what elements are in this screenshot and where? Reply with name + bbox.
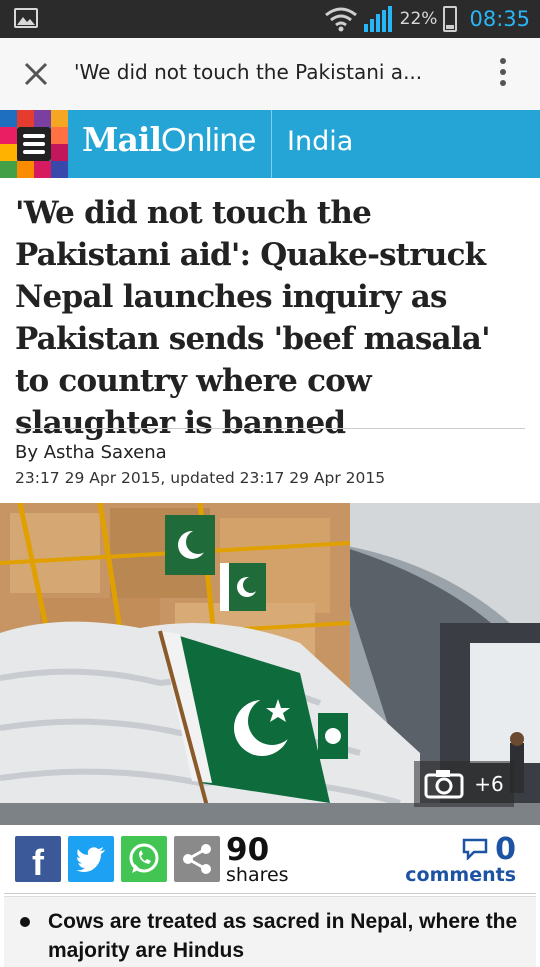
mailonline-logo[interactable]: MailOnline — [82, 120, 256, 159]
whatsapp-icon — [129, 843, 159, 873]
image-icon — [14, 8, 38, 28]
hamburger-menu-icon[interactable] — [17, 127, 51, 161]
comments-link[interactable]: comments — [405, 864, 516, 886]
battery-percent: 22% — [399, 9, 438, 29]
facebook-icon: f — [32, 842, 44, 883]
site-menu-button[interactable] — [0, 110, 68, 178]
camera-icon — [424, 770, 464, 799]
comment-bubble-icon[interactable] — [462, 838, 488, 860]
photo-gallery-badge[interactable]: +6 — [414, 761, 514, 807]
signal-icon — [363, 6, 392, 32]
overflow-menu-icon[interactable] — [498, 58, 508, 90]
gallery-count: +6 — [474, 772, 504, 796]
facebook-share-button[interactable]: f — [15, 836, 61, 883]
bullet-marker — [20, 917, 30, 927]
share-count-label: shares — [226, 864, 289, 886]
share-divider — [4, 893, 536, 894]
clock: 08:35 — [469, 7, 530, 31]
section-label[interactable]: India — [287, 126, 353, 157]
generic-share-button[interactable] — [174, 836, 220, 882]
site-header: MailOnline India — [0, 110, 540, 178]
twitter-icon — [76, 847, 105, 872]
share-count: 90 — [226, 832, 270, 868]
byline[interactable]: By Astha Saxena — [15, 442, 167, 463]
share-icon — [183, 844, 211, 874]
header-divider — [271, 110, 272, 178]
status-bar: 22% 08:35 — [0, 0, 540, 38]
article-dates: 23:17 29 Apr 2015, updated 23:17 29 Apr … — [15, 469, 386, 487]
close-icon[interactable] — [22, 60, 50, 88]
comments-count[interactable]: 0 — [495, 832, 516, 867]
twitter-share-button[interactable] — [68, 836, 114, 882]
bullet-item: Cows are treated as sacred in Nepal, whe… — [48, 910, 518, 962]
article-headline: 'We did not touch the Pakistani aid': Qu… — [15, 195, 491, 441]
tab-title: 'We did not touch the Pakistani a... — [74, 60, 423, 84]
headline-divider — [15, 428, 525, 429]
whatsapp-share-button[interactable] — [121, 836, 167, 882]
share-bar: f 90 shares 0 comments — [0, 828, 540, 894]
browser-toolbar: 'We did not touch the Pakistani a... — [0, 38, 540, 111]
battery-icon — [443, 6, 458, 32]
wifi-icon — [324, 7, 357, 32]
article-bullets: Cows are treated as sacred in Nepal, whe… — [4, 896, 536, 967]
article-photo[interactable]: +6 — [0, 503, 540, 825]
